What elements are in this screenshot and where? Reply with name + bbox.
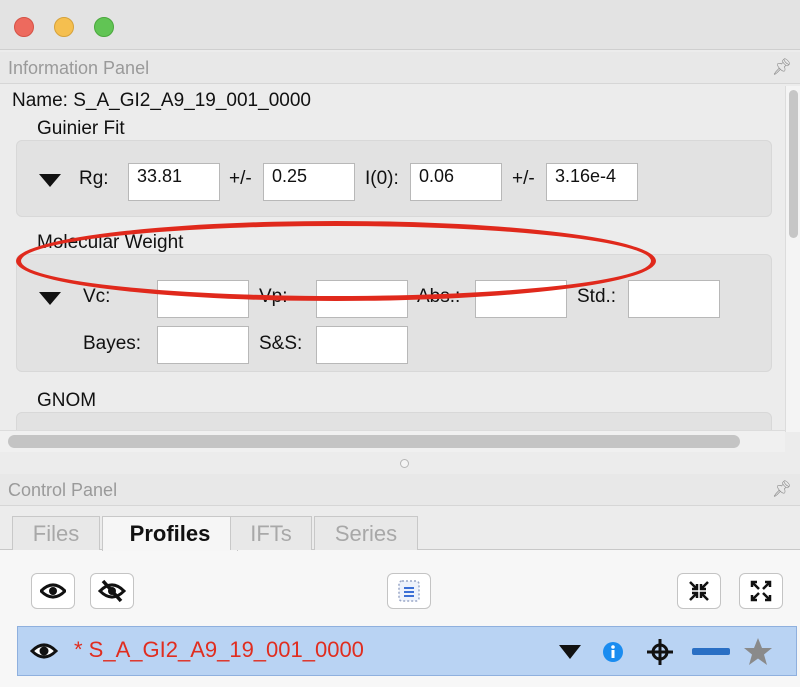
- i0-error-label: +/-: [512, 168, 535, 189]
- zoom-window-button[interactable]: [94, 17, 114, 37]
- ss-label: S&S:: [259, 333, 303, 354]
- triangle-down-icon[interactable]: [559, 645, 581, 660]
- panel-splitter[interactable]: [0, 452, 800, 474]
- molecular-weight-group: Vc: Vp: Abs.: Std.: Bayes: S&S:: [16, 254, 772, 372]
- control-panel-title: Control Panel: [8, 480, 118, 500]
- collapse-triangle-icon[interactable]: [39, 292, 61, 305]
- tab-profiles[interactable]: Profiles: [102, 516, 238, 551]
- information-panel-title: Information Panel: [8, 58, 150, 78]
- vc-field[interactable]: [157, 280, 249, 318]
- guinier-fit-title: Guinier Fit: [37, 118, 125, 139]
- eye-slash-icon: [98, 579, 126, 603]
- i0-error-field[interactable]: 3.16e-4: [546, 163, 638, 201]
- bayes-label: Bayes:: [83, 333, 142, 354]
- rg-error-label: +/-: [229, 168, 252, 189]
- guinier-fit-group: Rg: 33.81 +/- 0.25 I(0): 0.06 +/- 3.16e-…: [16, 140, 772, 217]
- rg-field[interactable]: 33.81: [128, 163, 220, 201]
- gnom-group: [16, 412, 772, 431]
- collapse-all-button[interactable]: [677, 573, 721, 609]
- select-all-button[interactable]: [387, 573, 431, 609]
- tab-files[interactable]: Files: [12, 516, 100, 550]
- std-field[interactable]: [628, 280, 720, 318]
- list-icon: [398, 580, 420, 602]
- pin-icon[interactable]: 📌︎: [772, 52, 792, 84]
- information-panel-header: Information Panel 📌︎: [0, 52, 800, 84]
- star-icon[interactable]: [743, 637, 773, 666]
- profile-row[interactable]: * S_A_GI2_A9_19_001_0000: [17, 626, 797, 676]
- molecular-weight-title: Molecular Weight: [37, 232, 184, 253]
- eye-icon: [40, 583, 66, 599]
- collapse-icon: [689, 581, 709, 601]
- pin-icon[interactable]: 📌︎: [772, 474, 792, 506]
- name-value: S_A_GI2_A9_19_001_0000: [73, 90, 311, 111]
- vertical-scrollbar[interactable]: [785, 86, 800, 432]
- ss-field[interactable]: [316, 326, 408, 364]
- horizontal-scrollbar[interactable]: [0, 430, 785, 452]
- horizontal-scroll-thumb[interactable]: [8, 435, 740, 448]
- vertical-scroll-thumb[interactable]: [789, 90, 798, 238]
- control-panel-header: Control Panel 📌︎: [0, 474, 800, 506]
- i0-label: I(0):: [365, 168, 399, 189]
- std-label: Std.:: [577, 286, 617, 307]
- profile-name-label: * S_A_GI2_A9_19_001_0000: [74, 637, 364, 662]
- expand-all-button[interactable]: [739, 573, 783, 609]
- splitter-handle-icon[interactable]: [400, 459, 409, 468]
- rg-error-field[interactable]: 0.25: [263, 163, 355, 201]
- window-titlebar: [0, 0, 800, 50]
- tab-ifts[interactable]: IFTs: [230, 516, 312, 550]
- rg-label: Rg:: [79, 168, 109, 189]
- hide-all-button[interactable]: [90, 573, 134, 609]
- show-all-button[interactable]: [31, 573, 75, 609]
- profile-name-line: Name: S_A_GI2_A9_19_001_0000: [12, 90, 311, 112]
- name-label: Name:: [12, 90, 68, 111]
- abs-label: Abs.:: [417, 286, 461, 307]
- information-panel-body: Name: S_A_GI2_A9_19_001_0000 Guinier Fit…: [0, 86, 785, 431]
- info-icon[interactable]: [602, 641, 624, 663]
- minimize-window-button[interactable]: [54, 17, 74, 37]
- vc-label: Vc:: [83, 286, 111, 307]
- crosshair-icon[interactable]: [646, 638, 674, 666]
- bayes-field[interactable]: [157, 326, 249, 364]
- vp-label: Vp:: [259, 286, 288, 307]
- gnom-title: GNOM: [37, 390, 97, 411]
- eye-icon[interactable]: [30, 641, 58, 661]
- close-window-button[interactable]: [14, 17, 34, 37]
- i0-field[interactable]: 0.06: [410, 163, 502, 201]
- tab-series[interactable]: Series: [314, 516, 418, 550]
- collapse-triangle-icon[interactable]: [39, 174, 61, 187]
- line-style-icon[interactable]: [692, 647, 730, 657]
- expand-icon: [750, 580, 772, 602]
- abs-field[interactable]: [475, 280, 567, 318]
- vp-field[interactable]: [316, 280, 408, 318]
